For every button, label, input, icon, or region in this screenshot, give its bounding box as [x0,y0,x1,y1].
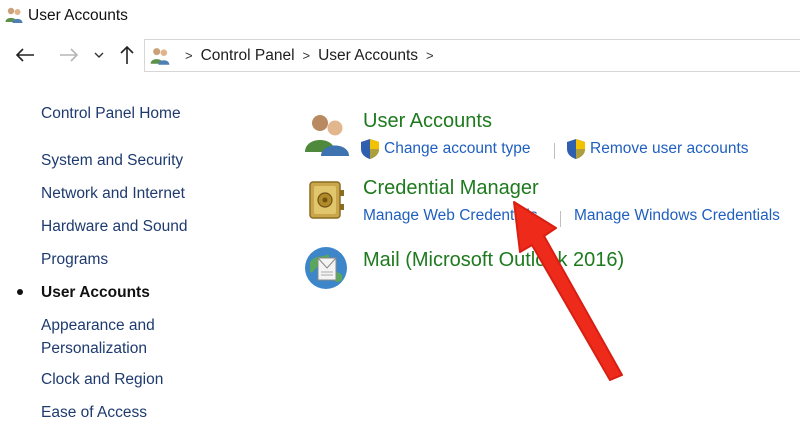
recent-locations-button[interactable] [90,42,108,68]
sidebar-item-appearance-line2[interactable]: Personalization [41,337,147,360]
uac-shield-icon [567,139,585,159]
address-bar[interactable]: > Control Panel > User Accounts > [144,39,800,72]
sidebar-item-appearance-line1[interactable]: Appearance and [41,314,155,337]
arrow-left-icon [15,48,34,62]
link-manage-web-credentials[interactable]: Manage Web Credentials [363,207,538,225]
title-bar: User Accounts [0,0,800,34]
category-title-mail[interactable]: Mail (Microsoft Outlook 2016) [363,249,624,272]
breadcrumb-user-accounts[interactable]: User Accounts [318,47,418,65]
user-accounts-icon [150,47,170,65]
chevron-down-icon [94,52,104,58]
sidebar: Control Panel Home System and Security N… [0,90,260,430]
up-button[interactable] [114,42,140,68]
user-accounts-icon [5,7,23,23]
mail-globe-icon[interactable] [302,244,352,292]
arrow-up-icon [120,45,134,64]
window-title: User Accounts [28,7,128,24]
link-divider [554,143,555,159]
sidebar-item-user-accounts[interactable]: User Accounts [41,281,150,304]
active-indicator [17,289,23,295]
breadcrumb-separator[interactable]: > [426,48,434,63]
sidebar-item-system-and-security[interactable]: System and Security [41,149,183,172]
breadcrumb-control-panel[interactable]: Control Panel [201,47,295,65]
link-label[interactable]: Remove user accounts [590,140,749,158]
sidebar-item-control-panel-home[interactable]: Control Panel Home [41,102,181,125]
link-manage-windows-credentials[interactable]: Manage Windows Credentials [574,207,780,225]
sidebar-item-ease-of-access[interactable]: Ease of Access [41,401,147,424]
forward-button[interactable] [54,42,84,68]
uac-shield-icon [361,139,379,159]
vault-icon[interactable] [302,178,352,226]
sidebar-item-network-and-internet[interactable]: Network and Internet [41,182,185,205]
category-list: User Accounts Change account type Remove… [290,100,800,430]
category-title-credential-manager[interactable]: Credential Manager [363,177,539,200]
breadcrumb-separator[interactable]: > [185,48,193,63]
arrow-right-icon [60,48,79,62]
users-icon[interactable] [302,110,352,158]
sidebar-item-programs[interactable]: Programs [41,248,108,271]
breadcrumb-separator[interactable]: > [303,48,311,63]
link-divider [560,211,561,227]
navigation-bar: > Control Panel > User Accounts > [0,38,800,72]
back-button[interactable] [10,42,40,68]
link-remove-user-accounts[interactable]: Remove user accounts [566,138,749,160]
link-label[interactable]: Change account type [384,140,531,158]
sidebar-item-clock-and-region[interactable]: Clock and Region [41,368,163,391]
link-change-account-type[interactable]: Change account type [360,138,531,160]
category-title-user-accounts[interactable]: User Accounts [363,110,492,133]
sidebar-item-hardware-and-sound[interactable]: Hardware and Sound [41,215,188,238]
